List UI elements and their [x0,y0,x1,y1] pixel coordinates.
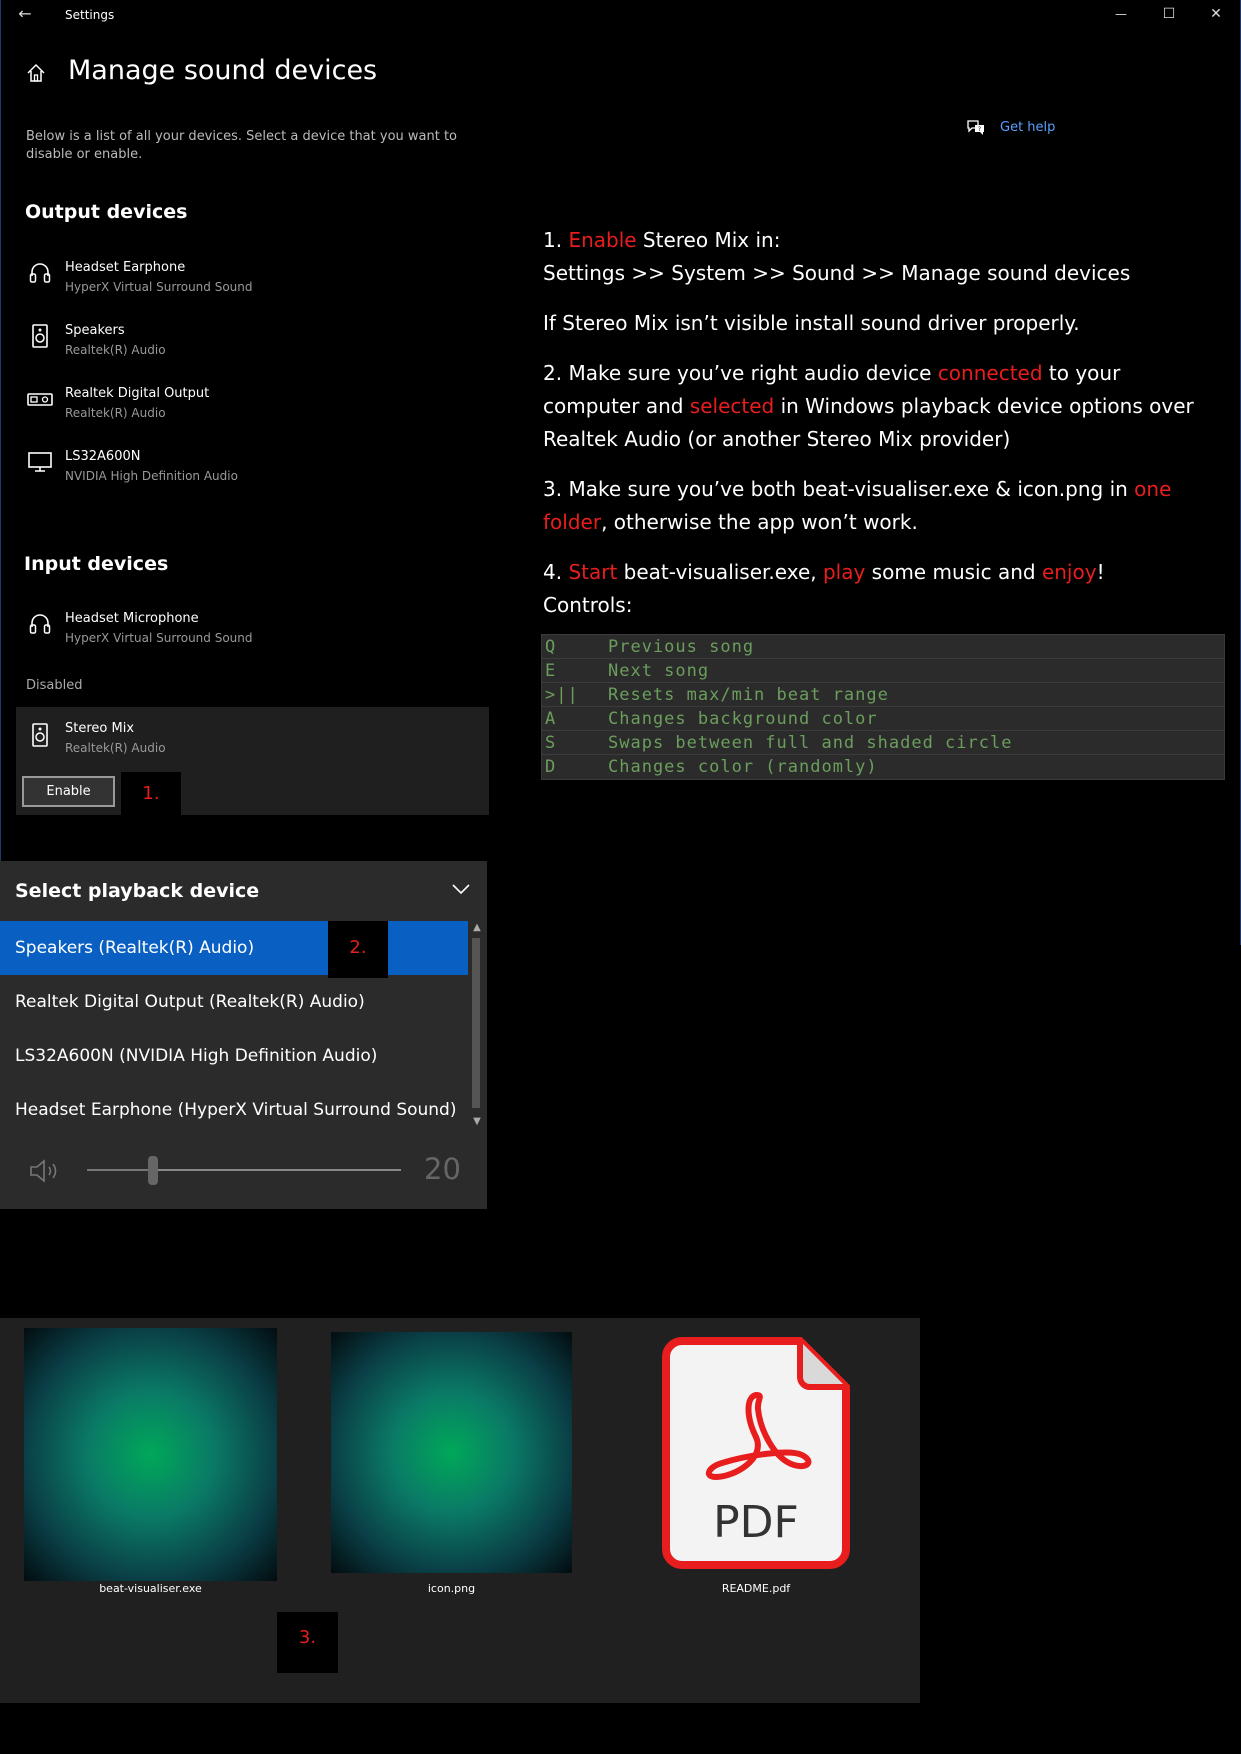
control-description: Swaps between full and shaded circle [608,733,1013,753]
control-description: Resets max/min beat range [608,685,889,705]
device-name: Speakers [65,323,125,338]
scroll-up-icon[interactable]: ▲ [470,922,484,933]
instruction-step-1: 1. Enable Stereo Mix in: [543,228,781,252]
file-beat-visualiser[interactable] [24,1328,277,1581]
control-row: D Changes color (randomly) [542,755,1224,779]
control-key: A [545,709,557,729]
instruction-step-1-path: Settings >> System >> Sound >> Manage so… [543,261,1131,285]
step-3-marker: 3. [277,1612,338,1673]
digital-output-icon [27,393,53,406]
device-name: Headset Earphone [65,260,186,275]
beat-visualiser-thumbnail [24,1328,277,1581]
instructions: 1. Enable Stereo Mix in: Settings >> Sys… [543,224,1223,639]
pdf-badge-label: PDF [713,1497,799,1548]
scroll-thumb[interactable] [472,938,480,1108]
playback-item-ls32a600n[interactable]: LS32A600N (NVIDIA High Definition Audio) [0,1029,468,1083]
device-driver: Realtek(R) Audio [65,343,166,357]
output-device-ls32a600n[interactable]: LS32A600N NVIDIA High Definition Audio [1,445,491,493]
icon-png-thumbnail [331,1332,572,1573]
control-row: A Changes background color [542,707,1224,731]
volume-icon[interactable] [28,1158,64,1184]
input-devices-heading: Input devices [24,553,169,575]
headset-icon [29,614,51,634]
instruction-step-4: 4. Start beat-visualiser.exe, play some … [543,560,1105,584]
select-playback-device-title: Select playback device [15,880,260,902]
control-description: Changes background color [608,709,878,729]
maximize-button[interactable]: ☐ [1157,6,1181,22]
volume-value: 20 [424,1152,461,1186]
scroll-down-icon[interactable]: ▼ [470,1116,484,1127]
svg-text:?: ? [978,126,981,133]
controls-table: Q Previous song E Next song >|| Resets max/… [541,634,1225,780]
playback-item-speakers[interactable]: Speakers (Realtek(R) Audio) [0,921,468,975]
playback-item-realtek-digital[interactable]: Realtek Digital Output (Realtek(R) Audio… [0,975,468,1029]
instruction-step-3: 3. Make sure you’ve both beat-visualiser… [543,477,1172,534]
control-description: Next song [608,661,710,681]
device-driver: Realtek(R) Audio [65,406,166,420]
get-help-link[interactable]: Get help [1000,120,1055,135]
file-icon-png[interactable] [331,1332,572,1573]
volume-slider-fill [87,1169,154,1171]
disabled-heading: Disabled [26,678,83,693]
home-icon[interactable] [25,62,47,84]
device-name: Realtek Digital Output [65,386,210,401]
device-name: Headset Microphone [65,611,199,626]
minimize-button[interactable]: — [1109,6,1133,22]
output-device-speakers[interactable]: Speakers Realtek(R) Audio [1,319,491,367]
control-row: >|| Resets max/min beat range [542,683,1224,707]
device-name: LS32A600N [65,449,141,464]
output-device-headset-earphone[interactable]: Headset Earphone HyperX Virtual Surround… [1,256,491,304]
file-readme-pdf[interactable]: PDF [662,1337,850,1569]
monitor-icon [28,452,52,472]
stereo-mix-driver: Realtek(R) Audio [65,741,166,755]
chevron-down-icon[interactable] [450,881,472,897]
file-name: icon.png [427,1582,476,1595]
playback-item-headset-earphone[interactable]: Headset Earphone (HyperX Virtual Surroun… [0,1083,468,1137]
control-key: D [545,757,557,777]
file-name: README.pdf [721,1582,791,1595]
window-title: Settings [65,8,115,22]
control-row: E Next song [542,659,1224,683]
output-device-realtek-digital-output[interactable]: Realtek Digital Output Realtek(R) Audio [1,382,491,430]
stereo-mix-name: Stereo Mix [65,721,135,736]
controls-label: Controls: [543,593,633,617]
control-key: Q [545,637,557,657]
control-description: Previous song [608,637,755,657]
control-row: S Swaps between full and shaded circle [542,731,1224,755]
back-arrow-icon[interactable]: ← [13,6,37,22]
output-devices-heading: Output devices [25,201,188,223]
step-1-marker: 1. [121,772,181,816]
page-title: Manage sound devices [68,55,378,86]
instruction-note: If Stereo Mix isn’t visible install soun… [543,311,1080,335]
enable-button[interactable]: Enable [22,776,115,807]
file-name: beat-visualiser.exe [99,1582,202,1595]
control-key: >|| [545,685,579,705]
control-key: S [545,733,557,753]
speaker-icon [32,723,48,747]
speaker-icon [32,324,48,348]
headset-icon [29,263,51,283]
device-driver: HyperX Virtual Surround Sound [65,280,253,294]
device-driver: HyperX Virtual Surround Sound [65,631,253,645]
step-2-marker: 2. [328,921,388,978]
input-device-headset-microphone[interactable]: Headset Microphone HyperX Virtual Surrou… [1,607,491,655]
device-driver: NVIDIA High Definition Audio [65,469,238,483]
close-button[interactable]: ✕ [1204,6,1228,22]
instruction-step-2: 2. Make sure you’ve right audio device c… [543,361,1194,451]
control-description: Changes color (randomly) [608,757,878,777]
get-help-icon[interactable]: ? [966,119,986,137]
volume-slider-thumb[interactable] [148,1156,158,1185]
page-description: Below is a list of all your devices. Sel… [26,129,458,162]
control-row: Q Previous song [542,635,1224,659]
control-key: E [545,661,557,681]
